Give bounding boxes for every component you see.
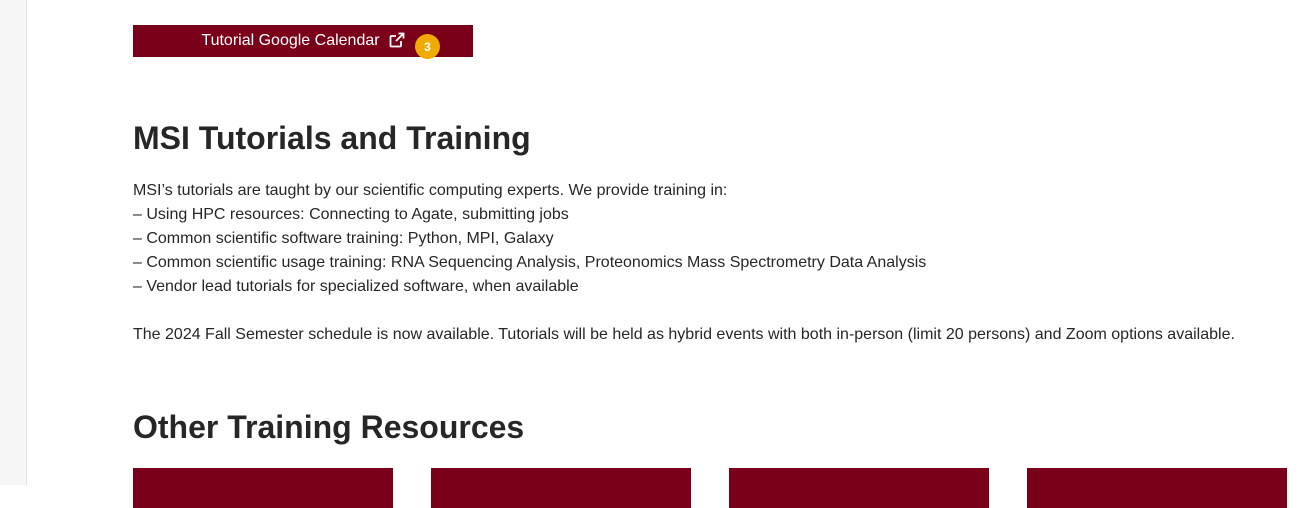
- calendar-button-label: Tutorial Google Calendar: [201, 32, 380, 49]
- notification-badge: 3: [415, 34, 440, 59]
- left-sidebar-rail: [0, 0, 27, 485]
- section-title-msi-tutorials: MSI Tutorials and Training: [133, 120, 531, 156]
- tutorials-description: MSI’s tutorials are taught by our scient…: [133, 179, 926, 299]
- tutorials-intro-text: MSI’s tutorials are taught by our scient…: [133, 182, 728, 199]
- training-list-item: – Vendor lead tutorials for specialized …: [133, 278, 579, 295]
- training-list-item: – Common scientific usage training: RNA …: [133, 254, 927, 271]
- resource-card[interactable]: [431, 468, 691, 508]
- resource-card[interactable]: [133, 468, 393, 508]
- training-list-item: – Using HPC resources: Connecting to Aga…: [133, 206, 569, 223]
- resource-card[interactable]: [729, 468, 989, 508]
- resource-card[interactable]: [1027, 468, 1287, 508]
- external-link-icon: [389, 32, 404, 48]
- schedule-announcement: The 2024 Fall Semester schedule is now a…: [133, 326, 1235, 343]
- section-title-other-training-resources: Other Training Resources: [133, 409, 525, 445]
- training-list-item: – Common scientific software training: P…: [133, 230, 554, 247]
